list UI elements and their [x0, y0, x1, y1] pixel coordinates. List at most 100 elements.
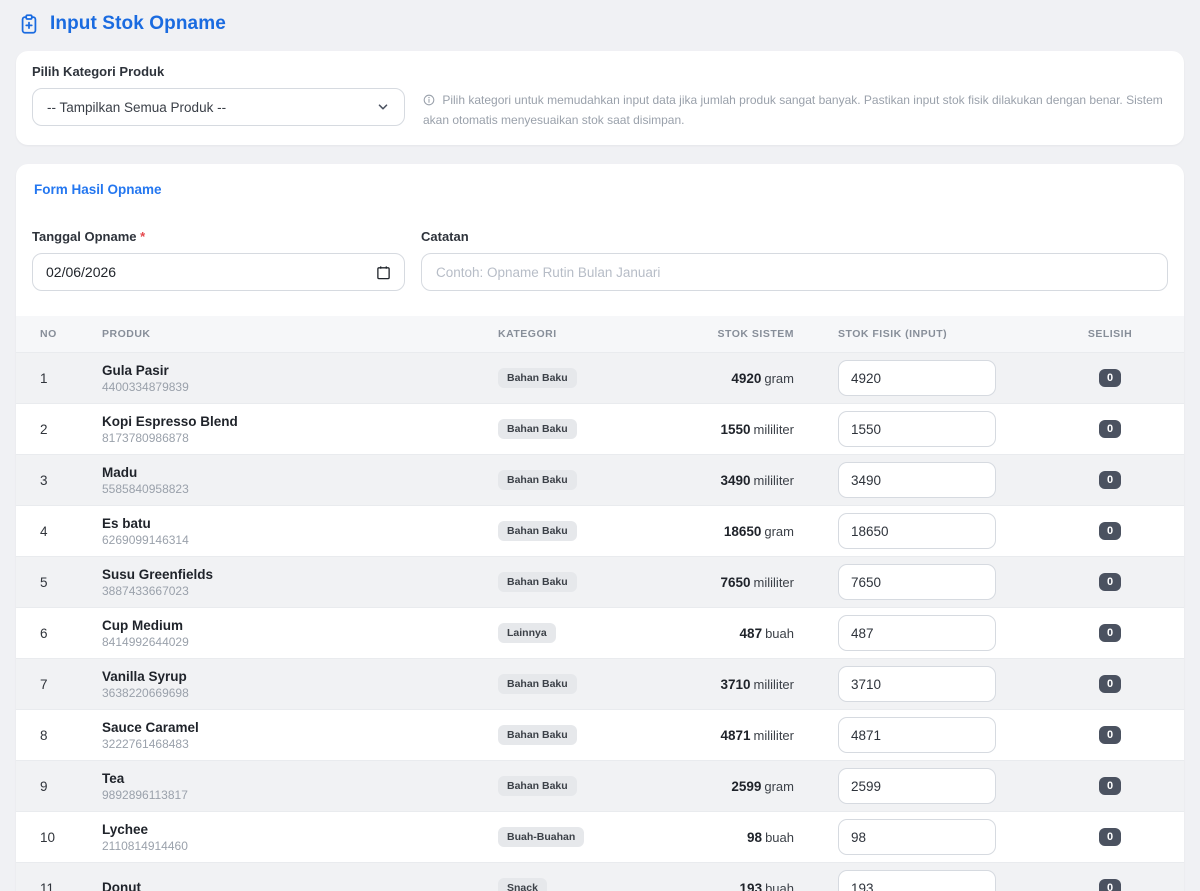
- physical-stock-input[interactable]: [838, 360, 996, 396]
- form-title: Form Hasil Opname: [34, 182, 1184, 197]
- header-kategori: KATEGORI: [498, 328, 658, 340]
- selisih-badge: 0: [1099, 522, 1121, 540]
- physical-stock-input[interactable]: [838, 819, 996, 855]
- category-badge: Buah-Buahan: [498, 827, 584, 847]
- selisih-cell: 0: [1036, 879, 1184, 891]
- product-barcode: 9892896113817: [102, 788, 498, 802]
- selisih-cell: 0: [1036, 777, 1184, 795]
- physical-stock-cell: [794, 462, 1036, 498]
- row-number: 8: [16, 728, 102, 743]
- system-stock-unit: mililiter: [754, 422, 794, 437]
- product-cell: Donut: [102, 880, 498, 891]
- selisih-cell: 0: [1036, 420, 1184, 438]
- opname-date-input[interactable]: 02/06/2026: [32, 253, 405, 291]
- header-stok-sistem: STOK SISTEM: [658, 328, 794, 340]
- header-produk: PRODUK: [102, 328, 498, 340]
- physical-stock-input[interactable]: [838, 411, 996, 447]
- system-stock-unit: buah: [765, 626, 794, 641]
- system-stock-unit: buah: [765, 830, 794, 845]
- physical-stock-input[interactable]: [838, 768, 996, 804]
- system-stock-value: 487: [740, 626, 763, 641]
- product-name: Kopi Espresso Blend: [102, 414, 498, 429]
- table-row: 3Madu5585840958823Bahan Baku 3490mililite…: [16, 455, 1184, 506]
- physical-stock-input[interactable]: [838, 462, 996, 498]
- physical-stock-input[interactable]: [838, 666, 996, 702]
- category-badge: Bahan Baku: [498, 521, 577, 541]
- physical-stock-input[interactable]: [838, 513, 996, 549]
- system-stock-cell: 2599gram: [658, 779, 794, 794]
- category-cell: Bahan Baku: [498, 419, 658, 439]
- clipboard-plus-icon: [18, 13, 40, 35]
- category-badge: Bahan Baku: [498, 572, 577, 592]
- physical-stock-cell: [794, 819, 1036, 855]
- product-cell: Es batu6269099146314: [102, 516, 498, 547]
- category-select-label: Pilih Kategori Produk: [32, 64, 405, 79]
- category-badge: Bahan Baku: [498, 674, 577, 694]
- selisih-badge: 0: [1099, 726, 1121, 744]
- category-badge: Bahan Baku: [498, 368, 577, 388]
- system-stock-cell: 4920gram: [658, 371, 794, 386]
- header-no: NO: [16, 328, 102, 340]
- system-stock-value: 98: [747, 830, 762, 845]
- physical-stock-input[interactable]: [838, 717, 996, 753]
- table-row: 1Gula Pasir4400334879839Bahan Baku4920gr…: [16, 353, 1184, 404]
- physical-stock-cell: [794, 666, 1036, 702]
- row-number: 2: [16, 422, 102, 437]
- system-stock-value: 3490: [721, 473, 751, 488]
- product-name: Lychee: [102, 822, 498, 837]
- product-barcode: 6269099146314: [102, 533, 498, 547]
- row-number: 3: [16, 473, 102, 488]
- product-barcode: 3222761468483: [102, 737, 498, 751]
- category-cell: Bahan Baku: [498, 368, 658, 388]
- table-header-row: NO PRODUK KATEGORI STOK SISTEM STOK FISI…: [16, 316, 1184, 353]
- product-name: Donut: [102, 880, 498, 891]
- category-cell: Snack: [498, 878, 658, 891]
- system-stock-cell: 18650gram: [658, 524, 794, 539]
- category-cell: Bahan Baku: [498, 572, 658, 592]
- table-row: 2Kopi Espresso Blend8173780986878Bahan B…: [16, 404, 1184, 455]
- product-barcode: 5585840958823: [102, 482, 498, 496]
- system-stock-value: 193: [740, 881, 763, 891]
- system-stock-value: 1550: [721, 422, 751, 437]
- system-stock-unit: mililiter: [754, 677, 794, 692]
- physical-stock-cell: [794, 615, 1036, 651]
- system-stock-cell: 193buah: [658, 881, 794, 891]
- physical-stock-input[interactable]: [838, 870, 996, 891]
- category-badge: Bahan Baku: [498, 470, 577, 490]
- opname-form-card: Form Hasil Opname Tanggal Opname * 02/06…: [16, 164, 1184, 891]
- product-name: Gula Pasir: [102, 363, 498, 378]
- physical-stock-input[interactable]: [838, 615, 996, 651]
- selisih-badge: 0: [1099, 624, 1121, 642]
- date-field-label: Tanggal Opname *: [32, 229, 405, 244]
- notes-input[interactable]: [421, 253, 1168, 291]
- row-number: 11: [16, 881, 102, 891]
- product-cell: Madu5585840958823: [102, 465, 498, 496]
- table-row: 9Tea9892896113817Bahan Baku2599gram0: [16, 761, 1184, 812]
- row-number: 4: [16, 524, 102, 539]
- product-cell: Susu Greenfields3887433667023: [102, 567, 498, 598]
- physical-stock-cell: [794, 360, 1036, 396]
- page-header: Input Stok Opname: [0, 0, 1200, 35]
- category-select[interactable]: -- Tampilkan Semua Produk --: [32, 88, 405, 126]
- selisih-badge: 0: [1099, 420, 1121, 438]
- physical-stock-cell: [794, 717, 1036, 753]
- physical-stock-input[interactable]: [838, 564, 996, 600]
- system-stock-unit: mililiter: [754, 473, 794, 488]
- product-barcode: 8414992644029: [102, 635, 498, 649]
- product-name: Cup Medium: [102, 618, 498, 633]
- category-cell: Bahan Baku: [498, 776, 658, 796]
- calendar-icon[interactable]: [376, 265, 391, 280]
- system-stock-unit: gram: [764, 371, 794, 386]
- table-body: 1Gula Pasir4400334879839Bahan Baku4920gr…: [16, 353, 1184, 891]
- table-row: 5Susu Greenfields3887433667023Bahan Baku…: [16, 557, 1184, 608]
- physical-stock-cell: [794, 870, 1036, 891]
- category-select-value: -- Tampilkan Semua Produk --: [47, 100, 226, 115]
- row-number: 9: [16, 779, 102, 794]
- selisih-badge: 0: [1099, 675, 1121, 693]
- category-cell: Bahan Baku: [498, 725, 658, 745]
- selisih-badge: 0: [1099, 573, 1121, 591]
- selisih-cell: 0: [1036, 369, 1184, 387]
- product-cell: Gula Pasir4400334879839: [102, 363, 498, 394]
- selisih-cell: 0: [1036, 624, 1184, 642]
- selisih-badge: 0: [1099, 471, 1121, 489]
